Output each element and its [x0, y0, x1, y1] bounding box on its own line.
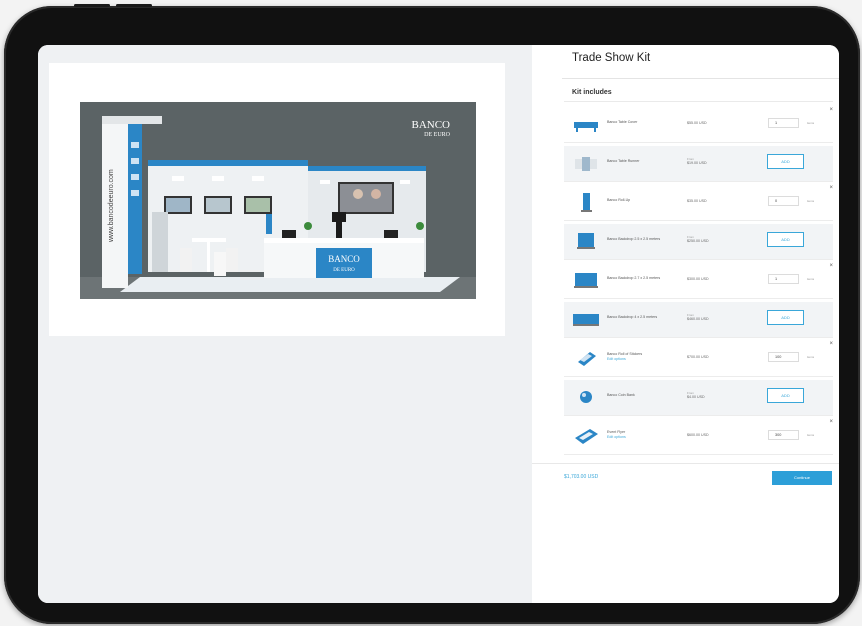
item-name: Banco Table Cover — [607, 120, 638, 124]
quantity-unit: items — [807, 199, 815, 203]
booth-website-text: www.bancodeeuro.com — [108, 169, 115, 243]
quantity-input[interactable]: 1 — [768, 118, 799, 128]
item-price: From $250.00 USD — [687, 235, 709, 243]
quantity-input[interactable]: 0 — [768, 196, 799, 206]
item-price-value: $4.00 USD — [687, 395, 705, 399]
desk-brand-name: BANCO — [328, 254, 360, 264]
kit-item-row: Banco Roll of Stickers Edit options $700.… — [564, 341, 833, 377]
divider — [532, 463, 839, 464]
product-preview-pane: www.bancodeeuro.com BANCO DE EURO BANCO … — [38, 45, 532, 603]
booth-render-image: www.bancodeeuro.com BANCO DE EURO BANCO … — [80, 102, 476, 299]
item-price-value: $250.00 USD — [687, 239, 709, 243]
quantity-input[interactable]: 1 — [768, 274, 799, 284]
divider — [564, 101, 833, 102]
item-price: $35.00 USD — [687, 199, 707, 203]
remove-icon[interactable]: × — [829, 263, 833, 269]
item-price: $55.00 USD — [687, 121, 707, 125]
item-price: From $19.00 USD — [687, 157, 707, 165]
kit-item-row: Banco Backdrop 2.5 x 2.5 meters From $250… — [564, 224, 833, 260]
table-runner-icon — [575, 157, 597, 171]
panel-title: Trade Show Kit — [572, 52, 651, 64]
desk-brand-sub: DE EURO — [333, 268, 355, 273]
backdrop-wide-icon — [574, 273, 598, 288]
add-button[interactable]: ADD — [767, 388, 804, 403]
kit-item-row: Banco Backdrop 4 x 2.5 meters From $460.0… — [564, 302, 833, 338]
table-cover-icon — [574, 122, 598, 132]
item-name: Banco Table Runner — [607, 159, 640, 163]
item-name: Banco Backdrop 4 x 2.5 meters — [607, 315, 658, 319]
item-name: Banco Roll of Stickers Edit options — [607, 352, 682, 362]
remove-icon[interactable]: × — [829, 107, 833, 113]
quantity-input[interactable]: 300 — [768, 430, 799, 440]
kit-item-list: Banco Table Cover $55.00 USD 1 items × B… — [564, 107, 833, 458]
item-name: Banco Backdrop 2.5 x 2.5 meters — [607, 237, 661, 241]
remove-icon[interactable]: × — [829, 185, 833, 191]
item-name: Event Flyer Edit options — [607, 430, 682, 440]
item-name-text: Banco Roll of Stickers — [607, 352, 643, 356]
booth-brand-sub: DE EURO — [424, 132, 450, 138]
kit-item-row: Event Flyer Edit options $600.00 USD 300 … — [564, 419, 833, 455]
add-button[interactable]: ADD — [767, 232, 804, 247]
item-name: Banco Roll-Up — [607, 198, 631, 202]
backdrop-icon — [577, 233, 595, 249]
item-price-value: $460.00 USD — [687, 317, 709, 321]
item-price: $700.00 USD — [687, 355, 709, 359]
quantity-unit: items — [807, 277, 815, 281]
quantity-unit: items — [807, 355, 815, 359]
kit-total-price: $1,703.00 USD — [564, 474, 599, 480]
stickers-icon — [578, 352, 596, 366]
edit-options-link[interactable]: Edit options — [607, 435, 682, 440]
continue-button[interactable]: Continue — [772, 471, 832, 485]
edit-options-link[interactable]: Edit options — [607, 357, 682, 362]
remove-icon[interactable]: × — [829, 341, 833, 347]
kit-item-row: Banco Backdrop 2.7 x 2.5 meters $300.00 … — [564, 263, 833, 299]
quantity-unit: items — [807, 433, 815, 437]
add-button[interactable]: ADD — [767, 154, 804, 169]
quantity-unit: items — [807, 121, 815, 125]
booth-brand-name: BANCO — [411, 119, 450, 131]
item-price: From $460.00 USD — [687, 313, 709, 321]
kit-item-row: Banco Roll-Up $35.00 USD 0 items × — [564, 185, 833, 221]
add-button[interactable]: ADD — [767, 310, 804, 325]
booth-image-card: www.bancodeeuro.com BANCO DE EURO BANCO … — [49, 63, 505, 336]
kit-item-row: Banco Table Runner From $19.00 USD ADD — [564, 146, 833, 182]
item-price: $600.00 USD — [687, 433, 709, 437]
screen: www.bancodeeuro.com BANCO DE EURO BANCO … — [38, 45, 839, 603]
flyer-icon — [575, 429, 598, 444]
kit-panel: Trade Show Kit Kit includes Banco Table … — [532, 45, 839, 603]
kit-includes-heading: Kit includes — [572, 89, 612, 96]
backdrop-large-icon — [573, 314, 599, 326]
item-name-text: Event Flyer — [607, 430, 626, 434]
kit-item-row: Banco Table Cover $55.00 USD 1 items × — [564, 107, 833, 143]
item-price: From $4.00 USD — [687, 391, 705, 399]
roll-up-banner-icon — [581, 193, 592, 212]
tablet-frame: www.bancodeeuro.com BANCO DE EURO BANCO … — [4, 4, 860, 624]
volume-button — [116, 4, 152, 7]
item-price: $300.00 USD — [687, 277, 709, 281]
divider — [562, 78, 839, 79]
quantity-input[interactable]: 100 — [768, 352, 799, 362]
item-name: Banco Coin Bank — [607, 393, 635, 397]
item-name: Banco Backdrop 2.7 x 2.5 meters — [607, 276, 661, 280]
remove-icon[interactable]: × — [829, 419, 833, 425]
volume-button — [74, 4, 110, 7]
coin-bank-icon — [580, 391, 592, 403]
item-price-value: $19.00 USD — [687, 161, 707, 165]
kit-item-row: Banco Coin Bank From $4.00 USD ADD — [564, 380, 833, 416]
